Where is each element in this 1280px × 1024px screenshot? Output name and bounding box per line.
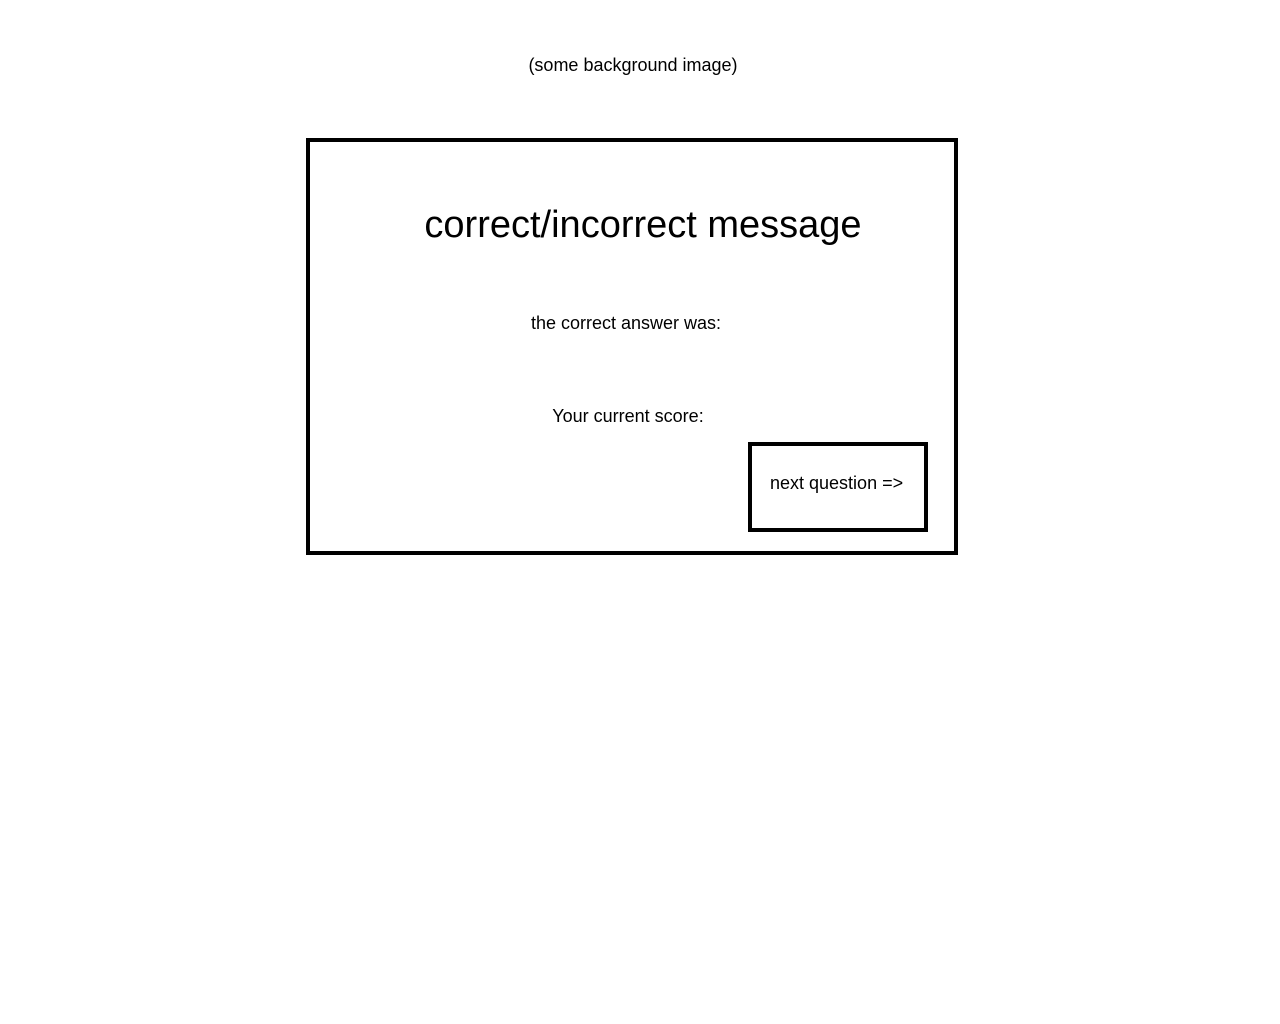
background-image-placeholder: (some background image) (528, 55, 738, 75)
correct-answer-label: the correct answer was: (530, 313, 722, 333)
result-message: correct/incorrect message (424, 204, 862, 246)
quiz-result-page: (some background image) correct/incorrec… (0, 0, 1280, 1024)
current-score-label: Your current score: (552, 406, 704, 426)
next-question-label: next question => (770, 473, 904, 493)
result-panel: correct/incorrect message the correct an… (306, 138, 958, 555)
next-question-button[interactable]: next question => (748, 442, 928, 532)
